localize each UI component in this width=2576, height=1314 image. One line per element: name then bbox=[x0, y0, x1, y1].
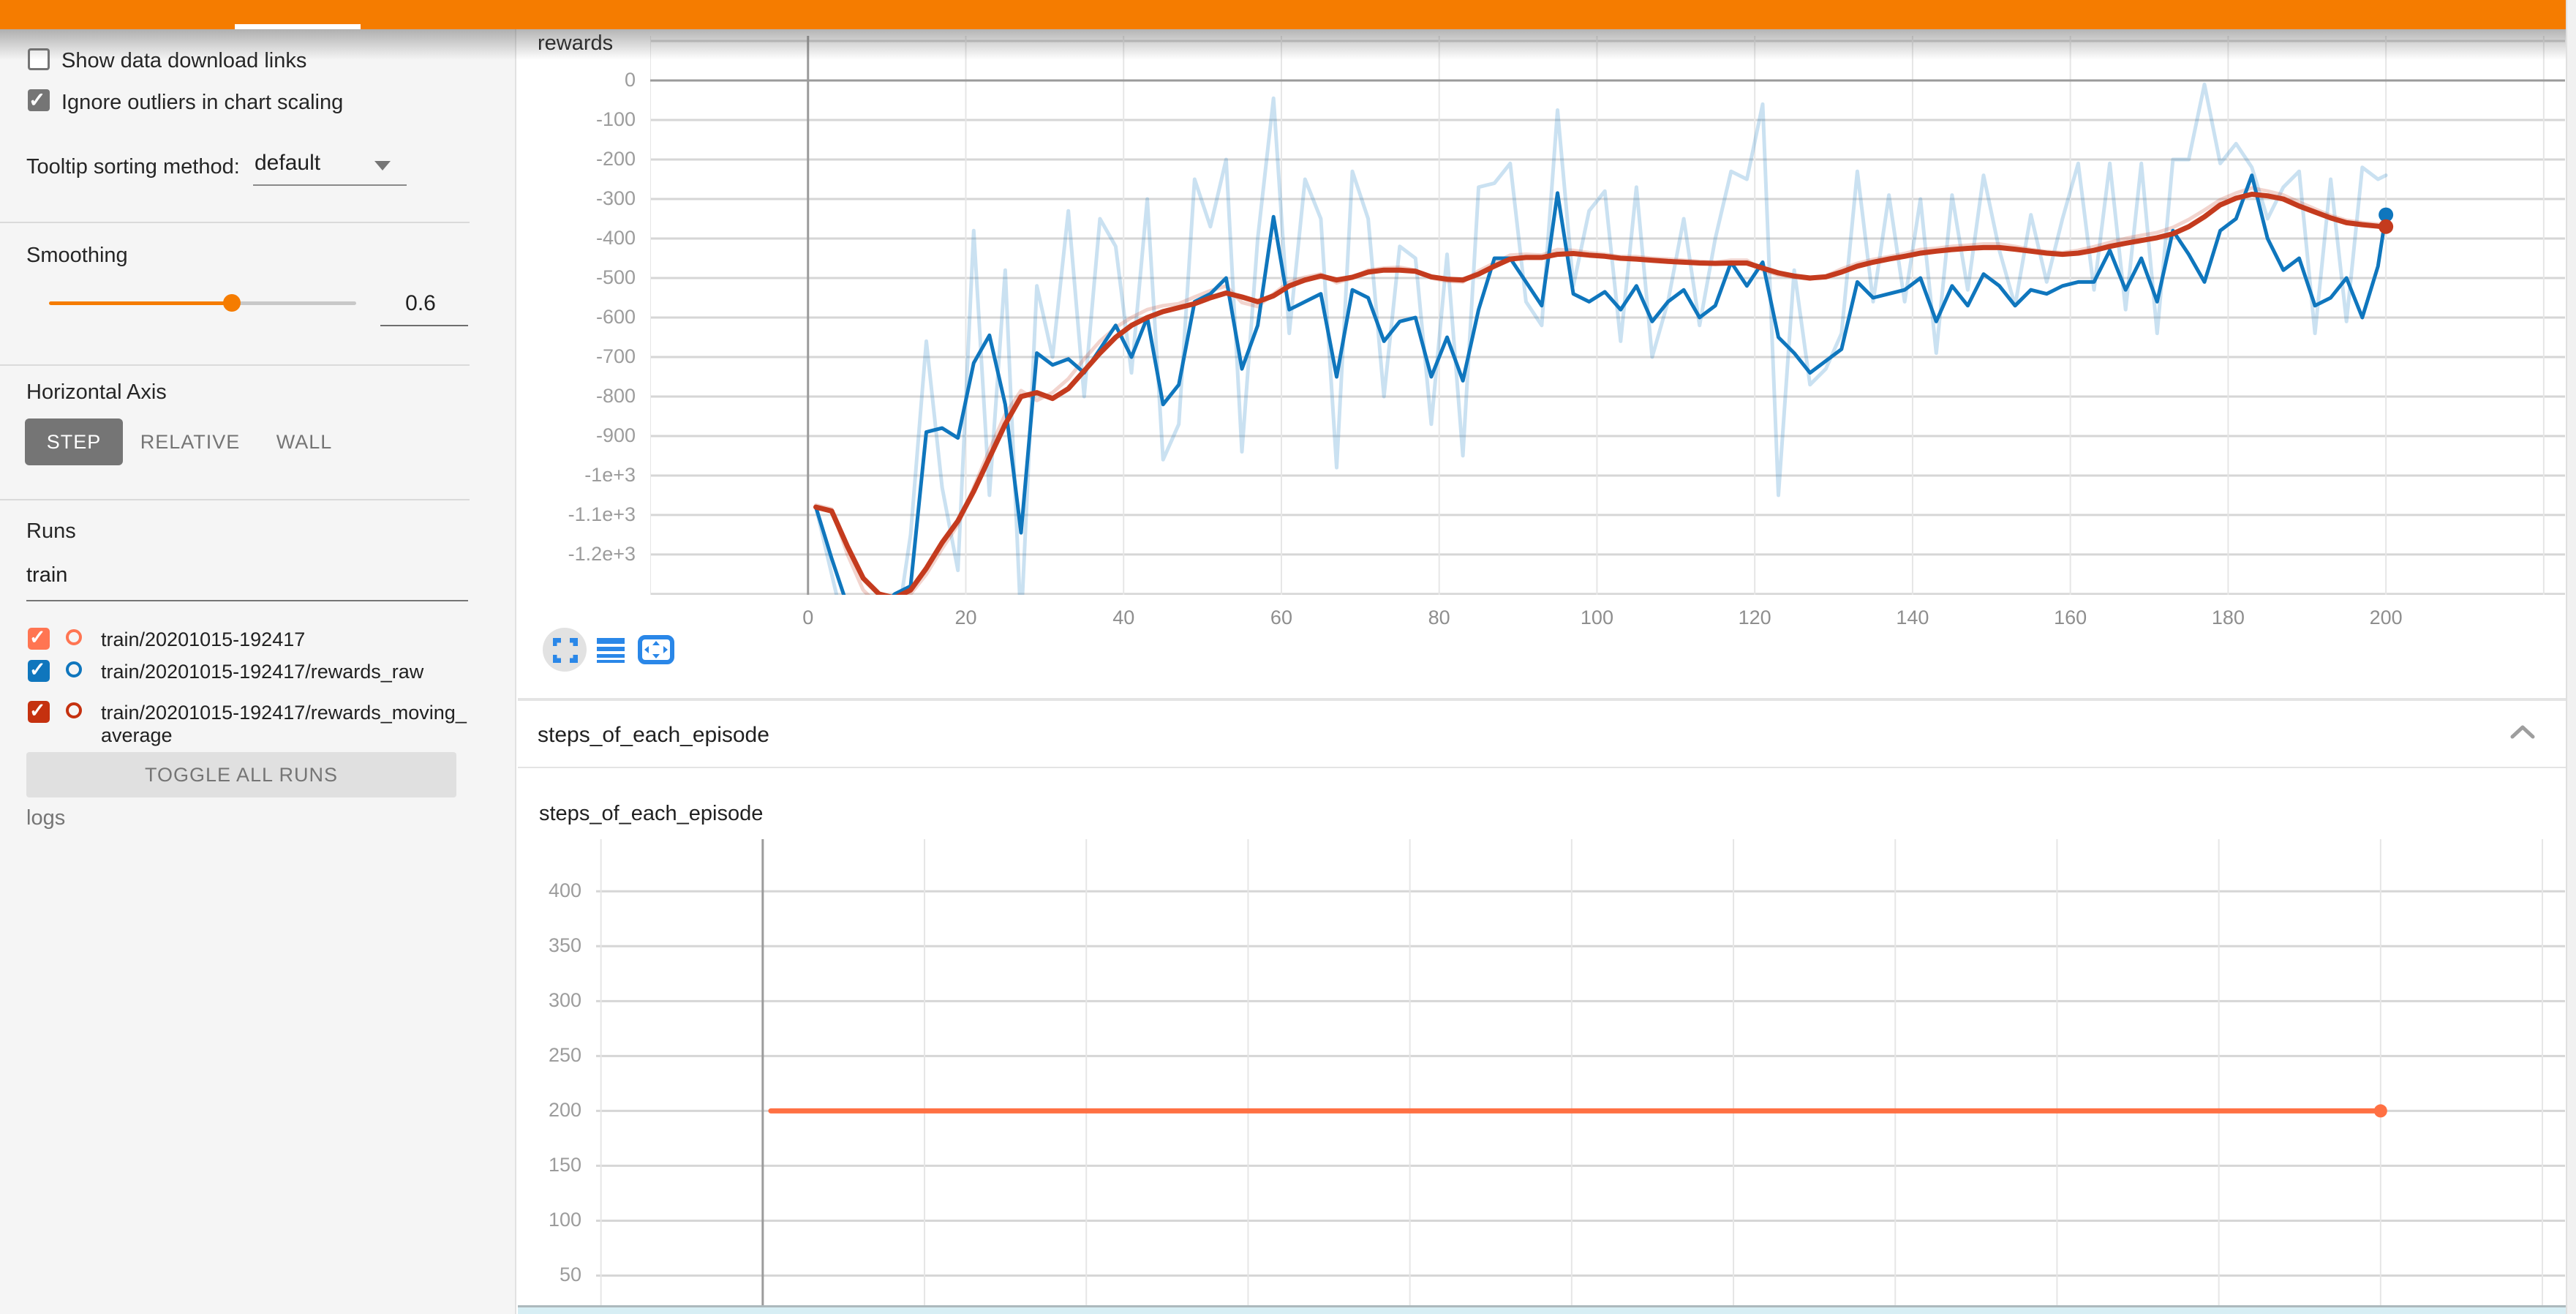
check-icon: ✓ bbox=[29, 658, 46, 681]
app-header-bar bbox=[0, 0, 2576, 29]
ignore-outliers-checkbox[interactable]: ✓ bbox=[28, 89, 50, 111]
smoothing-slider-handle[interactable] bbox=[223, 294, 241, 312]
chart-canvas[interactable] bbox=[650, 36, 2565, 595]
divider bbox=[0, 364, 470, 366]
y-tick-label: -900 bbox=[526, 424, 636, 447]
runs-label: Runs bbox=[26, 519, 76, 544]
run-color-radio[interactable] bbox=[66, 702, 82, 718]
logs-category-label: logs bbox=[26, 806, 65, 830]
check-icon: ✓ bbox=[29, 626, 46, 649]
steps-card: steps_of_each_episode 400350300250200150… bbox=[518, 770, 2566, 1314]
run-label[interactable]: train/20201015-192417 bbox=[101, 628, 470, 651]
x-tick-label: 140 bbox=[1880, 607, 1946, 629]
tooltip-sorting-dropdown[interactable]: default bbox=[255, 151, 320, 176]
check-icon: ✓ bbox=[29, 88, 45, 112]
chart-series-line bbox=[816, 84, 2387, 595]
x-tick-label: 100 bbox=[1564, 607, 1630, 629]
tooltip-sorting-label: Tooltip sorting method: bbox=[26, 155, 240, 179]
y-tick-label: -700 bbox=[526, 345, 636, 368]
run-color-radio[interactable] bbox=[66, 629, 82, 645]
y-tick-label: -1.2e+3 bbox=[526, 543, 636, 566]
show-download-links-label: Show data download links bbox=[61, 49, 306, 73]
ignore-outliers-label: Ignore outliers in chart scaling bbox=[61, 91, 343, 115]
divider bbox=[0, 499, 470, 500]
show-download-links-checkbox[interactable] bbox=[28, 48, 50, 70]
fit-domain-icon[interactable] bbox=[638, 635, 674, 664]
active-tab-indicator bbox=[235, 24, 361, 29]
y-tick-label: -400 bbox=[526, 227, 636, 249]
main-content: rewards 0 -100 -200 -300 -400 -500 -600 -700 -80… bbox=[518, 0, 2566, 1314]
steps-chart-title: steps_of_each_episode bbox=[539, 802, 763, 826]
runs-filter-underline bbox=[26, 600, 468, 601]
horizontal-axis-label: Horizontal Axis bbox=[26, 380, 167, 405]
x-tick-label: 120 bbox=[1722, 607, 1788, 629]
card-divider bbox=[518, 698, 2566, 701]
axis-wall-button[interactable]: WALL bbox=[260, 418, 348, 465]
x-tick-label: 160 bbox=[2038, 607, 2104, 629]
divider bbox=[0, 222, 470, 223]
y-tick-label: -800 bbox=[526, 385, 636, 408]
check-icon: ✓ bbox=[29, 699, 46, 722]
y-tick-label: -600 bbox=[526, 306, 636, 328]
chart-canvas[interactable] bbox=[596, 839, 2565, 1314]
rewards-card: rewards 0 -100 -200 -300 -400 -500 -600 -700 -80… bbox=[518, 29, 2566, 699]
x-tick-label: 180 bbox=[2195, 607, 2261, 629]
smoothing-value[interactable]: 0.6 bbox=[380, 291, 461, 316]
runs-filter-input[interactable]: train bbox=[26, 563, 67, 587]
series-end-dot[interactable] bbox=[2379, 219, 2393, 234]
toggle-all-runs-button[interactable]: TOGGLE ALL RUNS bbox=[26, 752, 456, 797]
x-tick-label: 200 bbox=[2353, 607, 2419, 629]
x-tick-label: 0 bbox=[775, 607, 841, 629]
dropdown-underline bbox=[253, 184, 407, 186]
steps-plot[interactable] bbox=[596, 839, 2565, 1314]
tensorboard-app: Show data download links ✓ Ignore outlie… bbox=[0, 0, 2576, 1314]
run-checkbox[interactable]: ✓ bbox=[28, 628, 50, 650]
scrollbar-track[interactable] bbox=[2566, 0, 2576, 1314]
chevron-down-icon[interactable] bbox=[374, 161, 391, 170]
y-tick-label: 0 bbox=[526, 69, 636, 91]
x-tick-label: 60 bbox=[1249, 607, 1314, 629]
y-tick-label: -100 bbox=[526, 108, 636, 131]
x-tick-label: 40 bbox=[1091, 607, 1156, 629]
smoothing-label: Smoothing bbox=[26, 244, 128, 268]
y-tick-label: -300 bbox=[526, 187, 636, 210]
settings-sidebar: Show data download links ✓ Ignore outlie… bbox=[0, 29, 516, 1314]
run-label[interactable]: train/20201015-192417/rewards_moving_ave… bbox=[101, 702, 470, 747]
section-title: steps_of_each_episode bbox=[538, 723, 769, 748]
y-tick-label: -1e+3 bbox=[526, 464, 636, 487]
smoothing-slider-rest[interactable] bbox=[233, 301, 356, 305]
smoothing-value-underline bbox=[380, 325, 468, 326]
run-checkbox[interactable]: ✓ bbox=[28, 701, 50, 723]
y-tick-label: -500 bbox=[526, 266, 636, 289]
run-label[interactable]: train/20201015-192417/rewards_raw bbox=[101, 661, 470, 683]
x-tick-label: 20 bbox=[933, 607, 998, 629]
rewards-plot[interactable] bbox=[650, 36, 2565, 595]
next-section-edge bbox=[518, 1305, 2566, 1314]
y-tick-label: -1.1e+3 bbox=[526, 503, 636, 526]
data-table-icon[interactable] bbox=[597, 637, 625, 664]
x-tick-label: 80 bbox=[1406, 607, 1472, 629]
axis-relative-button[interactable]: RELATIVE bbox=[136, 418, 244, 465]
y-tick-label: -200 bbox=[526, 148, 636, 170]
chevron-up-icon[interactable] bbox=[2510, 724, 2535, 739]
axis-step-button[interactable]: STEP bbox=[25, 418, 123, 465]
section-header-steps[interactable]: steps_of_each_episode bbox=[518, 702, 2566, 768]
run-checkbox[interactable]: ✓ bbox=[28, 660, 50, 682]
fullscreen-icon[interactable] bbox=[553, 638, 578, 663]
smoothing-slider-filled[interactable] bbox=[49, 301, 233, 305]
run-color-radio[interactable] bbox=[66, 661, 82, 677]
rewards-chart-title: rewards bbox=[538, 31, 613, 56]
series-end-dot[interactable] bbox=[2374, 1104, 2387, 1117]
